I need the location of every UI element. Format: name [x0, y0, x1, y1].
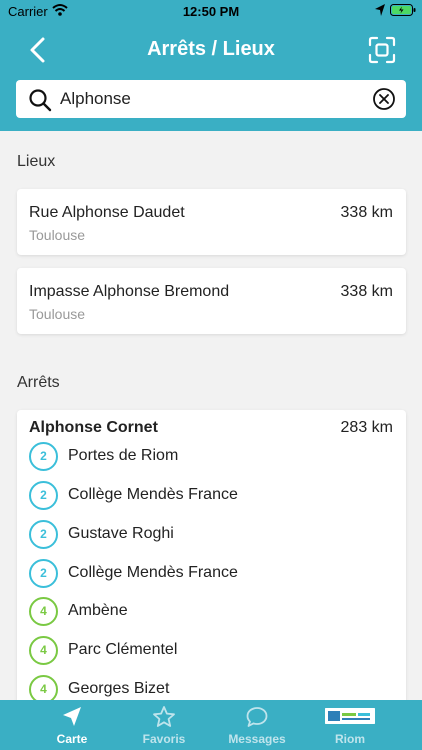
destination-name: Gustave Roghi	[68, 525, 174, 542]
header: Carrier 12:50 PM Arrêts / Lieux	[0, 0, 422, 131]
riom-logo-icon	[325, 708, 375, 724]
star-icon	[153, 706, 175, 727]
tab-label: Carte	[56, 732, 88, 746]
place-card[interactable]: Impasse Alphonse Bremond 338 km Toulouse	[17, 268, 406, 334]
stops-section-title: Arrêts	[17, 374, 60, 391]
search-box	[16, 80, 406, 118]
status-bar: Carrier 12:50 PM	[0, 0, 422, 22]
tab-label: Favoris	[142, 732, 186, 746]
search-icon	[29, 89, 52, 112]
scan-button[interactable]	[368, 36, 396, 64]
destination-row[interactable]: 2 Collège Mendès France	[29, 480, 389, 510]
status-time: 12:50 PM	[182, 4, 240, 19]
place-name: Impasse Alphonse Bremond	[29, 283, 230, 300]
destination-name: Collège Mendès France	[68, 564, 238, 581]
places-section-title: Lieux	[17, 153, 56, 170]
tab-favoris[interactable]: Favoris	[116, 700, 212, 750]
navigation-bar: Arrêts / Lieux	[0, 28, 422, 72]
tab-carte[interactable]: Carte	[24, 700, 120, 750]
destination-row[interactable]: 4 Parc Clémentel	[29, 635, 389, 665]
place-name: Rue Alphonse Daudet	[29, 204, 185, 221]
location-arrow-icon	[375, 4, 385, 16]
page-title: Arrêts / Lieux	[147, 38, 275, 60]
results-list: Lieux Rue Alphonse Daudet 338 km Toulous…	[0, 131, 422, 700]
line-badge: 2	[29, 520, 58, 549]
destination-row[interactable]: 4 Georges Bizet	[29, 674, 389, 700]
stop-name: Alphonse Cornet	[29, 419, 158, 436]
destination-row[interactable]: 2 Gustave Roghi	[29, 519, 389, 549]
destination-name: Parc Clémentel	[68, 641, 178, 658]
line-badge: 2	[29, 559, 58, 588]
destination-name: Collège Mendès France	[68, 486, 238, 503]
clear-search-button[interactable]	[372, 87, 396, 111]
tab-bar: Carte Favoris Messages Riom	[0, 700, 422, 750]
line-badge: 4	[29, 675, 58, 700]
tab-label: Riom	[335, 732, 365, 746]
destination-row[interactable]: 2 Collège Mendès France	[29, 558, 389, 588]
tab-messages[interactable]: Messages	[209, 700, 305, 750]
stop-distance: 283 km	[340, 419, 393, 436]
destination-name: Ambène	[68, 602, 128, 619]
place-city: Toulouse	[29, 227, 86, 243]
place-distance: 338 km	[340, 204, 393, 221]
destination-name: Georges Bizet	[68, 680, 170, 697]
place-city: Toulouse	[29, 306, 86, 322]
navigation-arrow-icon	[63, 707, 81, 726]
destination-row[interactable]: 4 Ambène	[29, 596, 389, 626]
chat-bubble-icon	[246, 707, 268, 727]
search-input[interactable]	[60, 86, 360, 112]
place-distance: 338 km	[340, 283, 393, 300]
destination-name: Portes de Riom	[68, 447, 179, 464]
line-badge: 4	[29, 597, 58, 626]
tab-riom[interactable]: Riom	[302, 700, 398, 750]
destination-row[interactable]: 2 Portes de Riom	[29, 441, 389, 471]
line-badge: 2	[29, 442, 58, 471]
line-badge: 2	[29, 481, 58, 510]
tab-label: Messages	[228, 732, 286, 746]
place-card[interactable]: Rue Alphonse Daudet 338 km Toulouse	[17, 189, 406, 255]
stop-card[interactable]: Alphonse Cornet 283 km 2 Portes de Riom …	[17, 410, 406, 700]
battery-icon	[390, 4, 416, 16]
line-badge: 4	[29, 636, 58, 665]
